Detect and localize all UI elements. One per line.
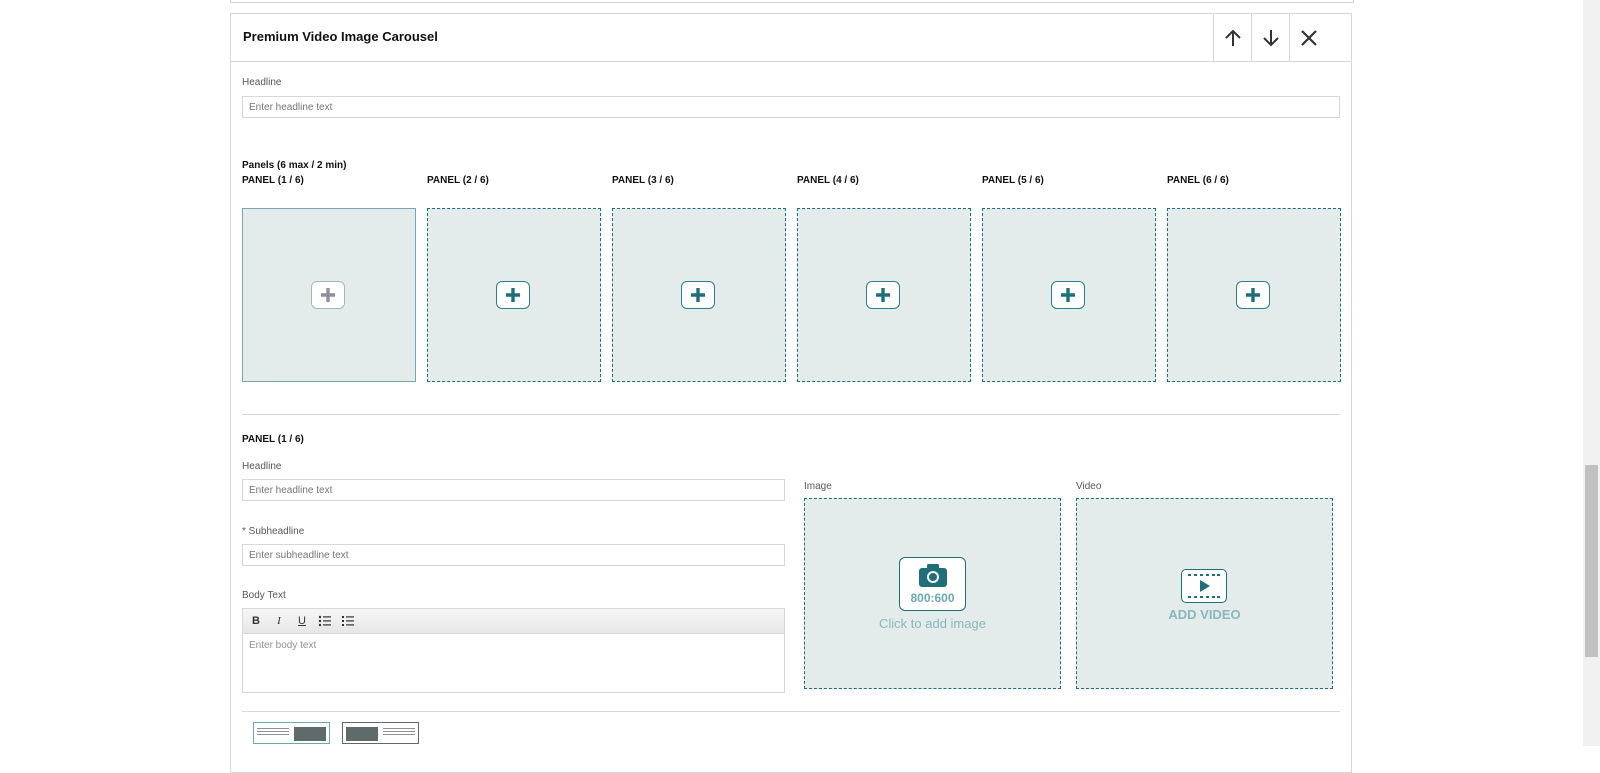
layout-option-image-left[interactable] — [342, 722, 419, 744]
italic-button[interactable]: I — [270, 613, 288, 629]
body-text-label: Body Text — [242, 590, 286, 601]
add-panel-button[interactable] — [311, 281, 345, 309]
layout-image-left-icon — [346, 727, 415, 741]
section-divider — [242, 414, 1340, 415]
numbered-list-button[interactable] — [339, 613, 357, 629]
video-label: Video — [1076, 481, 1102, 492]
add-image-text: Click to add image — [879, 616, 986, 631]
panel-headline-label: Headline — [242, 461, 282, 472]
numbered-list-icon — [342, 616, 354, 626]
panel-tile-6[interactable] — [1167, 208, 1341, 382]
section-divider — [242, 711, 1340, 712]
move-up-button[interactable] — [1213, 14, 1252, 61]
arrow-down-icon — [1263, 29, 1279, 46]
panel-label: PANEL (3 / 6) — [612, 175, 674, 186]
module-headline-input[interactable] — [242, 96, 1340, 118]
rich-text-toolbar: B I U — [243, 609, 784, 634]
bullet-list-icon — [318, 615, 331, 627]
add-panel-button[interactable] — [866, 281, 900, 309]
move-down-button[interactable] — [1251, 14, 1290, 61]
add-video-area[interactable]: ADD VIDEO — [1076, 498, 1333, 689]
panel-label: PANEL (1 / 6) — [242, 175, 304, 186]
remove-module-button[interactable] — [1289, 14, 1328, 61]
scrollbar-thumb[interactable] — [1585, 465, 1598, 657]
subheadline-input[interactable] — [242, 544, 785, 566]
panel-label: PANEL (2 / 6) — [427, 175, 489, 186]
arrow-up-icon — [1225, 29, 1241, 46]
video-badge — [1181, 569, 1227, 603]
panel-tile-1[interactable] — [242, 208, 416, 382]
panel-tile-3[interactable] — [612, 208, 786, 382]
previous-module-edge — [230, 0, 1354, 3]
add-video-text: ADD VIDEO — [1168, 607, 1241, 622]
plus-icon — [1246, 288, 1260, 302]
panel-label: PANEL (4 / 6) — [797, 175, 859, 186]
add-panel-button[interactable] — [496, 281, 530, 309]
plus-icon — [1061, 288, 1075, 302]
panel-editor-title: PANEL (1 / 6) — [242, 434, 304, 445]
add-panel-button[interactable] — [1051, 281, 1085, 309]
panel-tile-2[interactable] — [427, 208, 601, 382]
page-scrollbar[interactable] — [1583, 0, 1600, 746]
add-panel-button[interactable] — [1236, 281, 1270, 309]
panel-headline-input[interactable] — [242, 479, 785, 501]
underline-button[interactable]: U — [293, 613, 311, 629]
subheadline-label: * Subheadline — [242, 526, 305, 537]
add-panel-button[interactable] — [681, 281, 715, 309]
panel-tile-5[interactable] — [982, 208, 1156, 382]
body-text-placeholder: Enter body text — [249, 640, 317, 651]
plus-icon — [321, 288, 335, 302]
video-icon — [1188, 574, 1220, 598]
plus-icon — [691, 288, 705, 302]
plus-icon — [506, 288, 520, 302]
add-image-area[interactable]: 800:600 Click to add image — [804, 498, 1061, 689]
panel-label: PANEL (5 / 6) — [982, 175, 1044, 186]
image-label: Image — [804, 481, 832, 492]
plus-icon — [876, 288, 890, 302]
module-title: Premium Video Image Carousel — [243, 29, 438, 44]
image-ratio-badge: 800:600 — [899, 557, 966, 611]
camera-icon — [919, 564, 947, 587]
module-header: Premium Video Image Carousel — [231, 14, 1351, 62]
headline-label: Headline — [242, 77, 282, 88]
image-ratio-text: 800:600 — [910, 591, 955, 605]
bold-button[interactable]: B — [247, 613, 265, 629]
bullet-list-button[interactable] — [316, 613, 334, 629]
panel-tile-4[interactable] — [797, 208, 971, 382]
panel-label: PANEL (6 / 6) — [1167, 175, 1229, 186]
layout-option-image-right[interactable] — [253, 722, 330, 744]
layout-image-right-icon — [257, 727, 326, 741]
close-icon — [1301, 29, 1317, 46]
panels-heading: Panels (6 max / 2 min) — [242, 160, 347, 171]
body-text-editor[interactable]: B I U Enter body text — [242, 608, 785, 693]
